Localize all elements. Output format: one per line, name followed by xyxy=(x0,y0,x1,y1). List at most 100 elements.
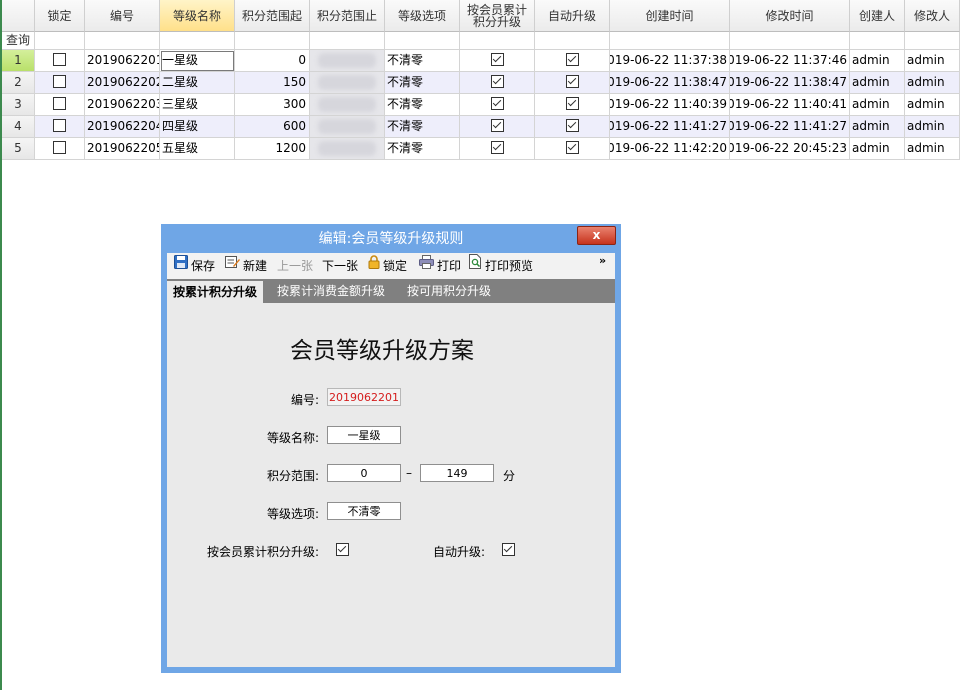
table-row[interactable]: 2 2019062202 二星级 150 不清零 2019-06-22 11:3… xyxy=(2,72,960,94)
range-end-cell-redacted[interactable] xyxy=(310,138,385,160)
dialog-title[interactable]: 编辑:会员等级升级规则 xyxy=(161,224,621,252)
range-start-cell[interactable]: 0 xyxy=(235,50,310,72)
creator-cell[interactable]: admin xyxy=(850,72,905,94)
table-row[interactable]: 5 2019062205 五星级 1200 不清零 2019-06-22 11:… xyxy=(2,138,960,160)
filter-created[interactable] xyxy=(610,32,730,50)
col-created[interactable]: 创建时间 xyxy=(610,0,730,32)
filter-cumulative[interactable] xyxy=(460,32,535,50)
range-start-field[interactable]: 0 xyxy=(327,464,401,482)
auto-upgrade-dialog-checkbox[interactable] xyxy=(502,543,515,556)
col-code[interactable]: 编号 xyxy=(85,0,160,32)
creator-cell[interactable]: admin xyxy=(850,50,905,72)
creator-cell[interactable]: admin xyxy=(850,94,905,116)
col-range-end[interactable]: 积分范围止 xyxy=(310,0,385,32)
lock-checkbox[interactable] xyxy=(35,72,85,94)
level-option-field[interactable]: 不清零 xyxy=(327,502,401,520)
level-name-field[interactable]: 一星级 xyxy=(327,426,401,444)
modified-cell[interactable]: 2019-06-22 11:40:41 xyxy=(730,94,850,116)
row-number[interactable]: 1 xyxy=(2,50,35,72)
level-name-cell[interactable]: 四星级 xyxy=(160,116,235,138)
filter-modified[interactable] xyxy=(730,32,850,50)
auto-upgrade-checkbox[interactable] xyxy=(535,138,610,160)
auto-upgrade-checkbox[interactable] xyxy=(535,116,610,138)
print-button[interactable]: 打印 xyxy=(419,253,461,279)
created-cell[interactable]: 2019-06-22 11:40:39 xyxy=(610,94,730,116)
modified-cell[interactable]: 2019-06-22 11:41:27 xyxy=(730,116,850,138)
table-row[interactable]: 4 2019062204 四星级 600 不清零 2019-06-22 11:4… xyxy=(2,116,960,138)
creator-cell[interactable]: admin xyxy=(850,138,905,160)
close-button[interactable]: x xyxy=(577,226,616,245)
level-option-cell[interactable]: 不清零 xyxy=(385,72,460,94)
col-level-option[interactable]: 等级选项 xyxy=(385,0,460,32)
cumulative-upgrade-checkbox[interactable] xyxy=(336,543,349,556)
cumulative-checkbox[interactable] xyxy=(460,116,535,138)
created-cell[interactable]: 2019-06-22 11:42:20 xyxy=(610,138,730,160)
modifier-cell[interactable]: admin xyxy=(905,72,960,94)
new-button[interactable]: 新建 xyxy=(225,253,267,279)
next-button[interactable]: 下一张 xyxy=(322,253,358,279)
modifier-cell[interactable]: admin xyxy=(905,94,960,116)
cumulative-checkbox[interactable] xyxy=(460,50,535,72)
cumulative-checkbox[interactable] xyxy=(460,94,535,116)
auto-upgrade-checkbox[interactable] xyxy=(535,50,610,72)
col-modifier[interactable]: 修改人 xyxy=(905,0,960,32)
row-number[interactable]: 3 xyxy=(2,94,35,116)
modifier-cell[interactable]: admin xyxy=(905,116,960,138)
row-number[interactable]: 4 xyxy=(2,116,35,138)
level-name-cell[interactable]: 五星级 xyxy=(160,138,235,160)
level-option-cell[interactable]: 不清零 xyxy=(385,94,460,116)
range-end-cell-redacted[interactable] xyxy=(310,50,385,72)
filter-code[interactable] xyxy=(85,32,160,50)
level-option-cell[interactable]: 不清零 xyxy=(385,138,460,160)
range-start-cell[interactable]: 600 xyxy=(235,116,310,138)
code-cell[interactable]: 2019062204 xyxy=(85,116,160,138)
tab-cumulative-points[interactable]: 按累计积分升级 xyxy=(167,281,264,303)
col-modified[interactable]: 修改时间 xyxy=(730,0,850,32)
range-end-cell-redacted[interactable] xyxy=(310,116,385,138)
range-start-cell[interactable]: 300 xyxy=(235,94,310,116)
tab-available-points[interactable]: 按可用积分升级 xyxy=(407,279,491,303)
filter-locked[interactable] xyxy=(35,32,85,50)
level-name-cell[interactable]: 一星级 xyxy=(160,50,235,72)
range-end-field[interactable]: 149 xyxy=(420,464,494,482)
filter-creator[interactable] xyxy=(850,32,905,50)
cumulative-checkbox[interactable] xyxy=(460,72,535,94)
level-name-cell[interactable]: 三星级 xyxy=(160,94,235,116)
auto-upgrade-checkbox[interactable] xyxy=(535,94,610,116)
code-cell[interactable]: 2019062203 xyxy=(85,94,160,116)
range-start-cell[interactable]: 1200 xyxy=(235,138,310,160)
col-level-name[interactable]: 等级名称 xyxy=(160,0,235,32)
level-option-cell[interactable]: 不清零 xyxy=(385,50,460,72)
col-creator[interactable]: 创建人 xyxy=(850,0,905,32)
cumulative-checkbox[interactable] xyxy=(460,138,535,160)
col-locked[interactable]: 锁定 xyxy=(35,0,85,32)
range-start-cell[interactable]: 150 xyxy=(235,72,310,94)
filter-range-start[interactable] xyxy=(235,32,310,50)
code-field[interactable]: 2019062201 xyxy=(327,388,401,406)
lock-checkbox[interactable] xyxy=(35,138,85,160)
modifier-cell[interactable]: admin xyxy=(905,138,960,160)
range-end-cell-redacted[interactable] xyxy=(310,72,385,94)
save-button[interactable]: 保存 xyxy=(174,253,215,279)
code-cell[interactable]: 2019062202 xyxy=(85,72,160,94)
table-row[interactable]: 3 2019062203 三星级 300 不清零 2019-06-22 11:4… xyxy=(2,94,960,116)
lock-checkbox[interactable] xyxy=(35,50,85,72)
lock-checkbox[interactable] xyxy=(35,116,85,138)
created-cell[interactable]: 2019-06-22 11:37:38 xyxy=(610,50,730,72)
toolbar-overflow-button[interactable]: » xyxy=(599,247,606,273)
modifier-cell[interactable]: admin xyxy=(905,50,960,72)
code-cell[interactable]: 2019062201 xyxy=(85,50,160,72)
created-cell[interactable]: 2019-06-22 11:41:27 xyxy=(610,116,730,138)
code-cell[interactable]: 2019062205 xyxy=(85,138,160,160)
col-auto-upgrade[interactable]: 自动升级 xyxy=(535,0,610,32)
modified-cell[interactable]: 2019-06-22 20:45:23 xyxy=(730,138,850,160)
row-number[interactable]: 2 xyxy=(2,72,35,94)
filter-level-name[interactable] xyxy=(160,32,235,50)
level-option-cell[interactable]: 不清零 xyxy=(385,116,460,138)
col-cumulative-upgrade[interactable]: 按会员累计积分升级 xyxy=(460,0,535,32)
auto-upgrade-checkbox[interactable] xyxy=(535,72,610,94)
filter-level-option[interactable] xyxy=(385,32,460,50)
modified-cell[interactable]: 2019-06-22 11:37:46 xyxy=(730,50,850,72)
table-row[interactable]: 1 2019062201 一星级 0 不清零 2019-06-22 11:37:… xyxy=(2,50,960,72)
lock-checkbox[interactable] xyxy=(35,94,85,116)
